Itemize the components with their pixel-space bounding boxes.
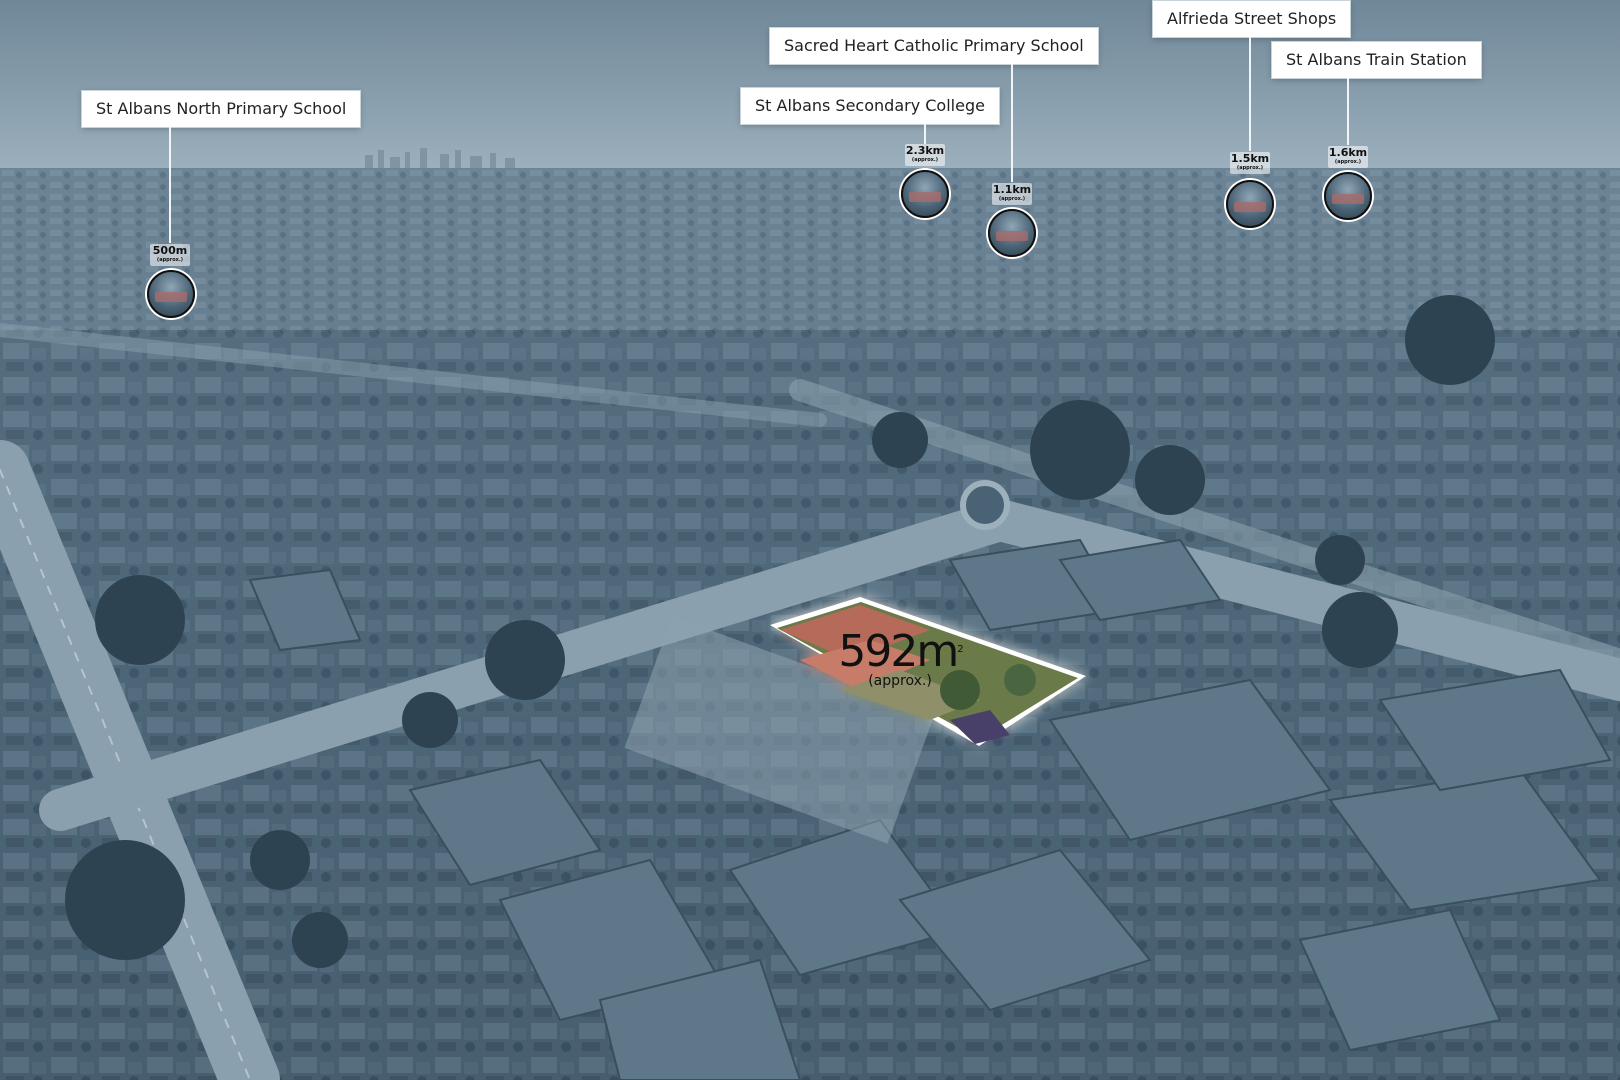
- poi-distance-qualifier: (approx.): [911, 157, 939, 163]
- sky: [0, 0, 1620, 170]
- poi-photo-thumbnail: [1226, 180, 1274, 228]
- poi-label: Sacred Heart Catholic Primary School: [770, 28, 1098, 64]
- poi-distance-qualifier: (approx.): [1236, 165, 1264, 171]
- poi-distance: 1.6km (approx.): [1318, 147, 1378, 166]
- poi-distance-value: 1.5km: [1230, 152, 1270, 165]
- poi-distance: 1.1km (approx.): [982, 184, 1042, 203]
- poi-distance-value: 1.1km: [992, 183, 1032, 196]
- poi-label: St Albans Train Station: [1272, 42, 1481, 78]
- area-superscript: 2: [957, 644, 964, 655]
- poi-photo-thumbnail: [147, 270, 195, 318]
- poi-distance-qualifier: (approx.): [998, 196, 1026, 202]
- poi-label: Alfrieda Street Shops: [1153, 1, 1351, 37]
- poi-photo-thumbnail: [901, 170, 949, 218]
- poi-label: St Albans Secondary College: [741, 88, 999, 124]
- poi-distance-qualifier: (approx.): [1334, 159, 1362, 165]
- poi-photo-thumbnail: [988, 209, 1036, 257]
- poi-leader-line: [1249, 37, 1251, 151]
- poi-distance-value: 2.3km: [905, 144, 945, 157]
- area-value: 592m: [838, 626, 959, 677]
- poi-leader-line: [1347, 78, 1349, 145]
- poi-label: St Albans North Primary School: [82, 91, 361, 127]
- poi-leader-line: [1011, 64, 1013, 182]
- poi-photo-thumbnail: [1324, 172, 1372, 220]
- poi-distance-qualifier: (approx.): [156, 257, 184, 263]
- property-area-label: 592m2 (approx.): [820, 630, 980, 689]
- poi-distance: 500m (approx.): [140, 245, 200, 264]
- poi-distance-value: 500m: [152, 244, 188, 257]
- poi-distance: 2.3km (approx.): [895, 145, 955, 164]
- poi-leader-line: [169, 127, 171, 243]
- roundabout: [960, 480, 1010, 530]
- poi-distance-value: 1.6km: [1328, 146, 1368, 159]
- poi-leader-line: [924, 124, 926, 144]
- poi-distance: 1.5km (approx.): [1220, 153, 1280, 172]
